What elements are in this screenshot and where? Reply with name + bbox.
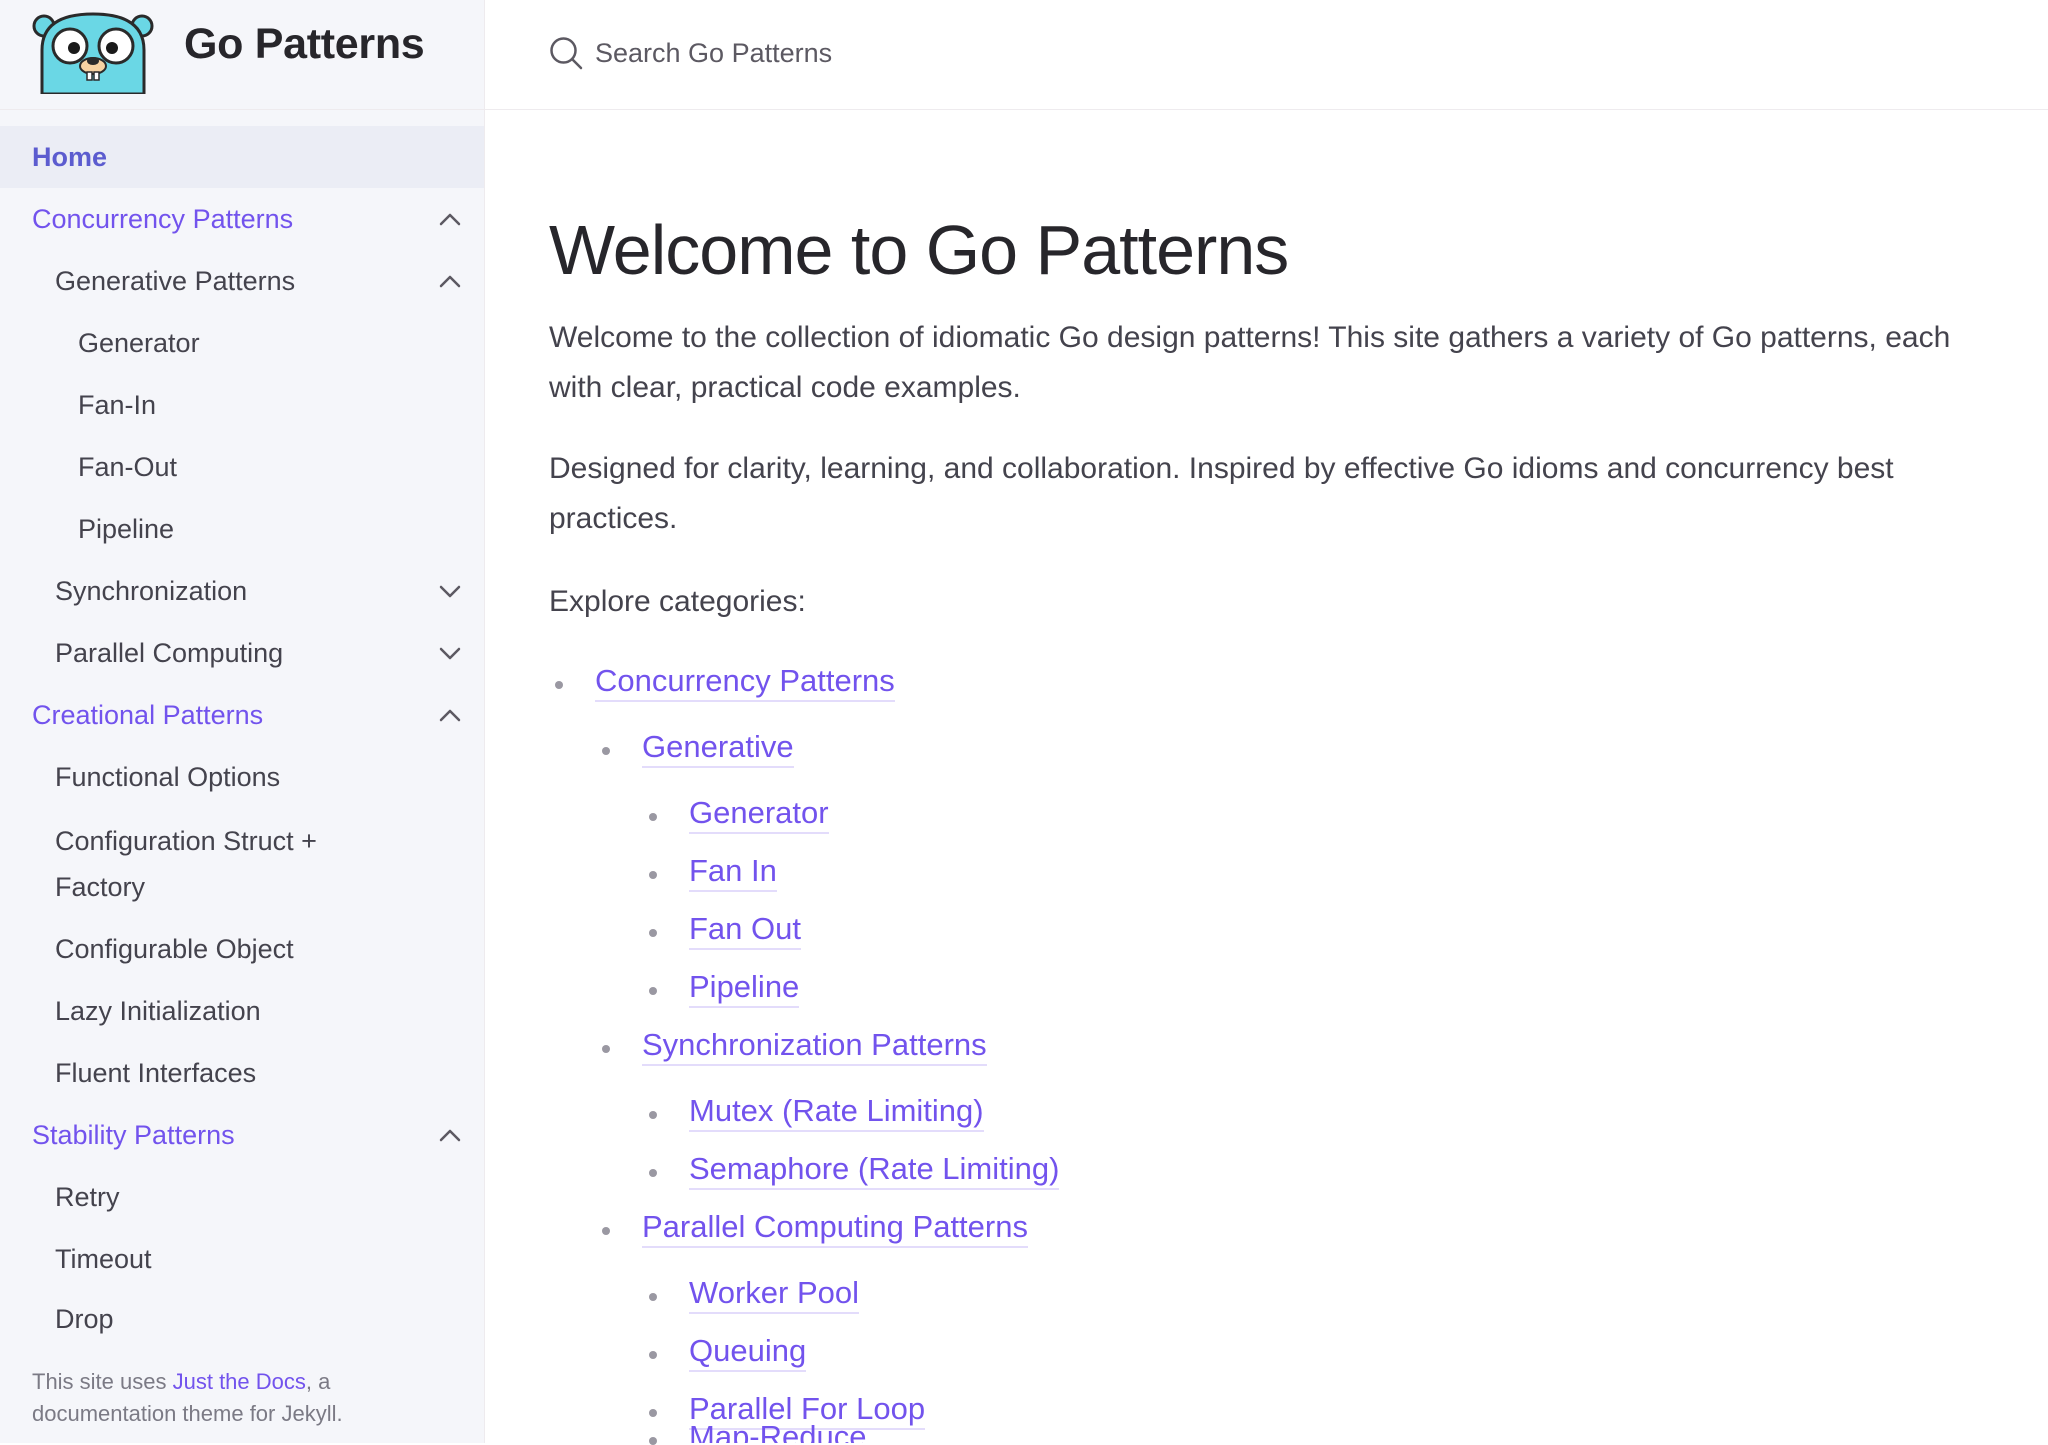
sidebar-item-fluent-interfaces[interactable]: Fluent Interfaces xyxy=(0,1042,484,1104)
intro-paragraph: Welcome to the collection of idiomatic G… xyxy=(549,321,1951,404)
chevron-down-icon[interactable] xyxy=(436,639,464,667)
sidebar-item-configurable-object[interactable]: Configurable Object xyxy=(0,918,484,980)
list-item-synchronization: Synchronization Patterns xyxy=(642,1027,987,1066)
just-the-docs-link[interactable]: Just the Docs xyxy=(173,1369,306,1394)
sidebar-item-creational-patterns[interactable]: Creational Patterns xyxy=(0,684,484,746)
link-semaphore[interactable]: Semaphore (Rate Limiting) xyxy=(689,1151,1060,1190)
link-mutex[interactable]: Mutex (Rate Limiting) xyxy=(689,1093,984,1132)
explore-label: Explore categories: xyxy=(549,585,806,618)
site-title: Go Patterns xyxy=(184,20,425,68)
list-item-generative: Generative xyxy=(642,729,794,768)
sidebar-item-label: Home xyxy=(32,141,108,172)
list-item-fan-out: Fan Out xyxy=(689,911,801,950)
list-item-fan-in: Fan In xyxy=(689,853,777,892)
chevron-up-icon[interactable] xyxy=(436,205,464,233)
link-generative[interactable]: Generative xyxy=(642,729,794,768)
sidebar-item-label: Functional Options xyxy=(55,761,281,792)
bullet xyxy=(649,1169,657,1177)
sidebar-item-label: Timeout xyxy=(55,1243,152,1274)
sidebar-item-label: Generative Patterns xyxy=(55,265,296,296)
link-pipeline[interactable]: Pipeline xyxy=(689,969,800,1008)
sidebar-item-label: Creational Patterns xyxy=(32,699,264,730)
list-item-parallel: Parallel Computing Patterns xyxy=(642,1209,1028,1248)
bullet xyxy=(602,1045,610,1053)
list-item-worker-pool: Worker Pool xyxy=(689,1275,859,1314)
link-parallel-computing-patterns[interactable]: Parallel Computing Patterns xyxy=(642,1209,1028,1248)
list-item-concurrency: Concurrency Patterns xyxy=(595,663,895,702)
sidebar-item-label: Synchronization xyxy=(55,575,248,606)
link-fan-out[interactable]: Fan Out xyxy=(689,911,801,950)
sidebar-item-retry[interactable]: Retry xyxy=(0,1166,484,1228)
bullet xyxy=(649,1351,657,1359)
bullet xyxy=(649,987,657,995)
sidebar-item-concurrency-patterns[interactable]: Concurrency Patterns xyxy=(0,188,484,250)
search-icon xyxy=(550,37,583,70)
bullet xyxy=(649,1293,657,1301)
list-item-generator: Generator xyxy=(689,795,829,834)
list-item-mutex: Mutex (Rate Limiting) xyxy=(689,1093,984,1132)
bullet xyxy=(555,681,563,689)
list-item-map-reduce: Map-Reduce xyxy=(689,1419,867,1443)
chevron-down-icon[interactable] xyxy=(436,577,464,605)
page-title: Welcome to Go Patterns xyxy=(549,211,1289,289)
sidebar-item-generator[interactable]: Generator xyxy=(0,312,484,374)
chevron-up-icon[interactable] xyxy=(436,701,464,729)
sidebar-item-fan-out[interactable]: Fan-Out xyxy=(0,436,484,498)
sidebar-item-lazy-initialization[interactable]: Lazy Initialization xyxy=(0,980,484,1042)
gopher-logo-icon xyxy=(32,12,154,94)
sidebar-item-synchronization[interactable]: Synchronization xyxy=(0,560,484,622)
list-item-queuing: Queuing xyxy=(689,1333,807,1372)
sidebar-item-label: Configurable Object xyxy=(55,933,294,964)
sidebar-item-label: Configuration Struct + Factory xyxy=(55,826,317,902)
link-generator[interactable]: Generator xyxy=(689,795,829,834)
sidebar-item-label: Lazy Initialization xyxy=(55,995,261,1026)
chevron-up-icon[interactable] xyxy=(436,267,464,295)
sidebar-item-label: Concurrency Patterns xyxy=(32,203,294,234)
link-worker-pool[interactable]: Worker Pool xyxy=(689,1275,859,1314)
sidebar-item-pipeline[interactable]: Pipeline xyxy=(0,498,484,560)
sidebar-item-timeout[interactable]: Timeout xyxy=(0,1228,484,1290)
sidebar-item-label: Drop xyxy=(55,1304,114,1334)
sidebar-item-parallel-computing[interactable]: Parallel Computing xyxy=(0,622,484,684)
bullet xyxy=(649,1409,657,1417)
sidebar-item-label: Generator xyxy=(78,327,200,358)
link-synchronization-patterns[interactable]: Synchronization Patterns xyxy=(642,1027,987,1066)
sidebar-item-label: Stability Patterns xyxy=(32,1119,235,1150)
search-input[interactable] xyxy=(593,28,1497,78)
list-item-semaphore: Semaphore (Rate Limiting) xyxy=(689,1151,1060,1190)
footer-prefix: This site uses xyxy=(32,1369,173,1394)
sidebar-item-drop[interactable]: Drop xyxy=(0,1290,484,1336)
sidebar-item-label: Fluent Interfaces xyxy=(55,1057,257,1088)
sidebar: Go Patterns Home Concurrency Patterns Ge… xyxy=(0,0,485,1443)
list-item-pipeline: Pipeline xyxy=(689,969,800,1008)
sidebar-item-functional-options[interactable]: Functional Options xyxy=(0,746,484,808)
sidebar-item-label: Retry xyxy=(55,1181,120,1212)
bullet xyxy=(602,747,610,755)
chevron-up-icon[interactable] xyxy=(436,1121,464,1149)
link-map-reduce[interactable]: Map-Reduce xyxy=(689,1419,867,1443)
sidebar-item-label: Parallel Computing xyxy=(55,637,284,668)
link-fan-in[interactable]: Fan In xyxy=(689,853,777,892)
bullet xyxy=(649,929,657,937)
bullet xyxy=(649,1437,657,1445)
sidebar-item-fan-in[interactable]: Fan-In xyxy=(0,374,484,436)
bullet xyxy=(649,1111,657,1119)
sidebar-item-label: Pipeline xyxy=(78,513,175,544)
sidebar-item-label: Fan-In xyxy=(78,389,157,420)
bullet xyxy=(649,813,657,821)
bullet xyxy=(649,871,657,879)
sidebar-item-generative-patterns[interactable]: Generative Patterns xyxy=(0,250,484,312)
link-queuing[interactable]: Queuing xyxy=(689,1333,807,1372)
sidebar-footer: This site uses Just the Docs, a document… xyxy=(32,1366,452,1430)
sidebar-item-label: Fan-Out xyxy=(78,451,178,482)
sidebar-item-home[interactable]: Home xyxy=(0,126,484,188)
bullet xyxy=(602,1227,610,1235)
sidebar-item-stability-patterns[interactable]: Stability Patterns xyxy=(0,1104,484,1166)
site-header-link[interactable]: Go Patterns xyxy=(0,0,484,110)
designed-paragraph: Designed for clarity, learning, and coll… xyxy=(549,452,1894,535)
sidebar-item-configuration-struct-factory[interactable]: Configuration Struct + Factory xyxy=(0,808,484,918)
link-concurrency-patterns[interactable]: Concurrency Patterns xyxy=(595,663,895,702)
